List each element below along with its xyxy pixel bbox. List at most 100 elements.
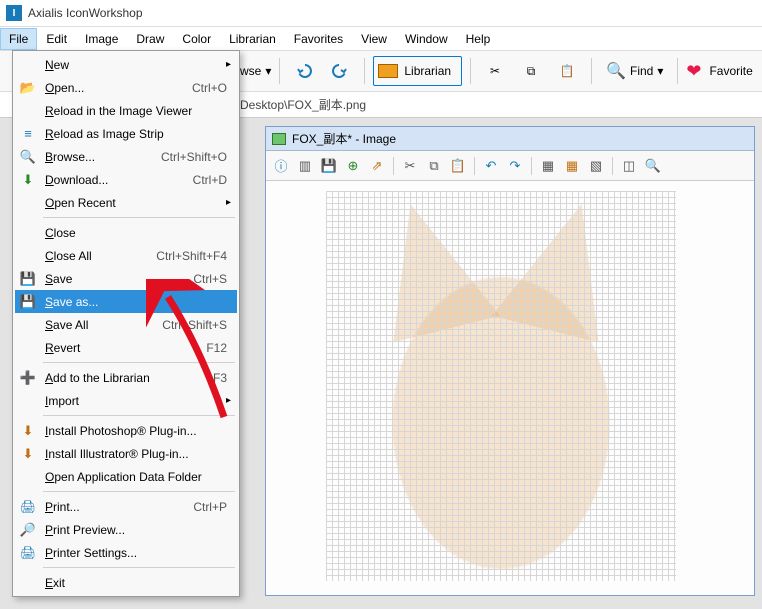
menu-item-label: Close: [45, 226, 76, 240]
doc-redo-icon[interactable]: ↷: [504, 155, 526, 177]
menu-item-open[interactable]: 📂 Open... Ctrl+O: [15, 76, 237, 99]
pixel-grid-overlay: [326, 191, 676, 581]
menu-item-revert[interactable]: RevertF12: [15, 336, 237, 359]
menu-item-label: New: [45, 58, 69, 72]
menu-favorites[interactable]: Favorites: [285, 28, 352, 50]
menu-shortcut: Ctrl+Shift+O: [161, 150, 227, 164]
menu-item-printer_settings[interactable]: 🖨Printer Settings...: [15, 541, 237, 564]
menu-item-close[interactable]: Close: [15, 221, 237, 244]
menu-item-print[interactable]: 🖨Print...Ctrl+P: [15, 495, 237, 518]
reload_strip-icon: ≡: [19, 126, 37, 141]
menu-item-reload_viewer[interactable]: Reload in the Image Viewer: [15, 99, 237, 122]
image-canvas[interactable]: [266, 181, 754, 595]
menu-file[interactable]: File: [0, 28, 37, 50]
document-toolbar: ⓘ ▥ 💾 ⊕ ⇗ ✂ ⧉ 📋 ↶ ↷ ▦ ▦ ▧ ◫ 🔍: [266, 151, 754, 181]
print-icon: 🖨: [19, 499, 37, 515]
menu-item-download[interactable]: ⬇Download...Ctrl+D: [15, 168, 237, 191]
dropdown-arrow-icon[interactable]: ▾: [265, 64, 271, 78]
menu-item-label: Reload in the Image Viewer: [45, 104, 192, 118]
menu-image[interactable]: Image: [76, 28, 127, 50]
favorite-label[interactable]: Favorite: [709, 64, 752, 78]
doc-tool-info-icon[interactable]: ⓘ: [270, 155, 292, 177]
doc-copy-icon[interactable]: ⧉: [423, 155, 445, 177]
menu-item-label: Browse...: [45, 150, 95, 164]
librarian-button[interactable]: Librarian: [373, 56, 462, 86]
menu-item-browse[interactable]: 🔍 Browse... Ctrl+Shift+O: [15, 145, 237, 168]
menu-item-label: Printer Settings...: [45, 546, 137, 560]
menu-item-open_recent[interactable]: Open Recent▸: [15, 191, 237, 214]
menu-color[interactable]: Color: [173, 28, 220, 50]
menu-item-label: Save as...: [45, 295, 98, 309]
copy-button[interactable]: ⧉: [515, 55, 547, 87]
document-titlebar[interactable]: FOX_副本* - Image: [266, 127, 754, 151]
menu-item-import[interactable]: Import▸: [15, 389, 237, 412]
menubar: File Edit Image Draw Color Librarian Fav…: [0, 26, 762, 50]
file-path: Desktop\FOX_副本.png: [240, 96, 366, 113]
menu-item-new[interactable]: New▸: [15, 53, 237, 76]
menu-separator: [43, 217, 235, 218]
doc-tool-add-icon[interactable]: ⊕: [342, 155, 364, 177]
menu-item-open_appdata[interactable]: Open Application Data Folder: [15, 465, 237, 488]
menu-item-close_all[interactable]: Close AllCtrl+Shift+F4: [15, 244, 237, 267]
menu-draw[interactable]: Draw: [127, 28, 173, 50]
doc-cut-icon[interactable]: ✂: [399, 155, 421, 177]
paste-button[interactable]: 📋: [551, 55, 583, 87]
install_ai-icon: ⬇: [19, 446, 37, 462]
doc-undo-icon[interactable]: ↶: [480, 155, 502, 177]
cut-button[interactable]: ✂: [479, 55, 511, 87]
menu-separator: [43, 362, 235, 363]
favorites-icon[interactable]: ❤: [686, 61, 701, 82]
menu-shortcut: Ctrl+D: [193, 173, 227, 187]
toolbar-separator: [612, 157, 613, 175]
doc-checker-icon[interactable]: ▧: [585, 155, 607, 177]
doc-tool-new-icon[interactable]: ▥: [294, 155, 316, 177]
doc-tool-save-icon[interactable]: 💾: [318, 155, 340, 177]
toolbar-separator: [364, 58, 365, 84]
menu-shortcut: Ctrl+O: [192, 81, 227, 95]
open-icon: 📂: [19, 80, 37, 96]
menu-view[interactable]: View: [352, 28, 396, 50]
menu-item-save[interactable]: 💾SaveCtrl+S: [15, 267, 237, 290]
menu-separator: [43, 415, 235, 416]
librarian-label: Librarian: [404, 64, 451, 78]
toolbar-separator: [474, 157, 475, 175]
save-icon: 💾: [19, 271, 37, 287]
menu-item-reload_strip[interactable]: ≡Reload as Image Strip: [15, 122, 237, 145]
find-button[interactable]: 🔍 Find ▾: [600, 61, 669, 81]
toolbar-separator: [531, 157, 532, 175]
menu-item-label: Add to the Librarian: [45, 371, 150, 385]
browse-button-fragment[interactable]: wse: [240, 64, 261, 78]
menu-item-install_ps[interactable]: ⬇Install Photoshop® Plug-in...: [15, 419, 237, 442]
toolbar-separator: [677, 58, 678, 84]
toolbar-separator: [470, 58, 471, 84]
menu-item-label: Open...: [45, 81, 84, 95]
menu-shortcut: Ctrl+P: [193, 500, 227, 514]
doc-paste-icon[interactable]: 📋: [447, 155, 469, 177]
titlebar: I Axialis IconWorkshop: [0, 0, 762, 26]
menu-item-exit[interactable]: Exit: [15, 571, 237, 594]
doc-tool-export-icon[interactable]: ⇗: [366, 155, 388, 177]
doc-zoom-icon[interactable]: 🔍: [642, 155, 664, 177]
file-menu-dropdown: New▸ 📂 Open... Ctrl+OReload in the Image Vi…: [12, 50, 240, 597]
menu-edit[interactable]: Edit: [37, 28, 76, 50]
menu-item-save_all[interactable]: Save AllCtrl+Shift+S: [15, 313, 237, 336]
menu-item-install_ai[interactable]: ⬇Install Illustrator® Plug-in...: [15, 442, 237, 465]
menu-help[interactable]: Help: [457, 28, 500, 50]
redo-button[interactable]: [324, 55, 356, 87]
menu-item-label: Open Recent: [45, 196, 116, 210]
doc-grid-icon[interactable]: ▦: [537, 155, 559, 177]
menu-item-save_as[interactable]: 💾 Save as...: [15, 290, 237, 313]
menu-window[interactable]: Window: [396, 28, 457, 50]
browse-icon: 🔍: [19, 149, 37, 165]
app-title: Axialis IconWorkshop: [28, 6, 143, 20]
menu-item-add_librarian[interactable]: ➕Add to the LibrarianF3: [15, 366, 237, 389]
menu-librarian[interactable]: Librarian: [220, 28, 285, 50]
doc-grid2-icon[interactable]: ▦: [561, 155, 583, 177]
undo-button[interactable]: [288, 55, 320, 87]
toolbar-separator: [279, 58, 280, 84]
save_as-icon: 💾: [19, 294, 37, 310]
doc-float-icon[interactable]: ◫: [618, 155, 640, 177]
menu-shortcut: F12: [206, 341, 227, 355]
toolbar-separator: [591, 58, 592, 84]
menu-item-print_preview[interactable]: 🔎Print Preview...: [15, 518, 237, 541]
